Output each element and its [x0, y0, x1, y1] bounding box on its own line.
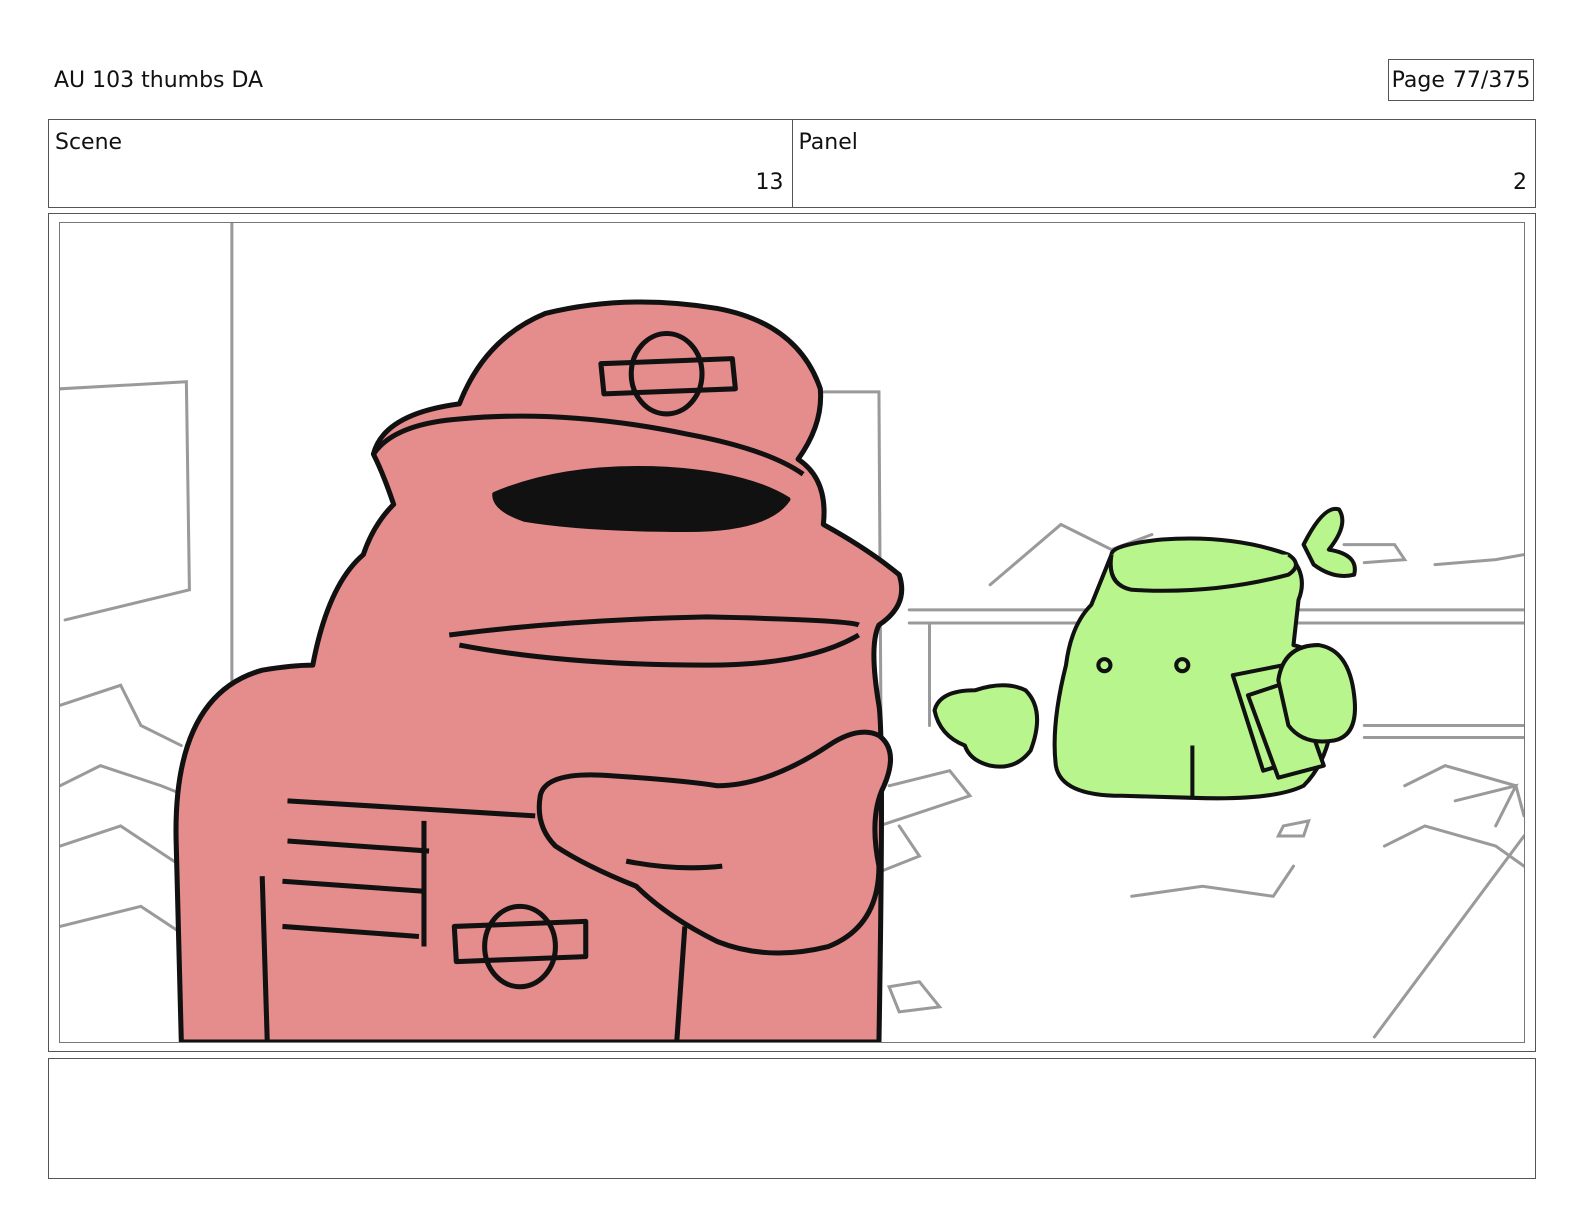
notes-box[interactable]: [48, 1058, 1536, 1179]
scene-number: 13: [755, 170, 784, 195]
document-title: AU 103 thumbs DA: [54, 68, 264, 93]
page-indicator: Page 77/375: [1388, 59, 1534, 101]
panel-label: Panel: [798, 130, 858, 155]
scene-label: Scene: [55, 130, 123, 155]
panel-number: 2: [1513, 170, 1527, 195]
panel-cell: Panel 2: [791, 120, 1536, 207]
storyboard-drawing: [59, 222, 1525, 1043]
page-label: Page: [1391, 67, 1445, 93]
storyboard-illustration: [60, 223, 1524, 1042]
green-character: [932, 506, 1357, 801]
scene-panel-header: Scene 13 Panel 2: [48, 119, 1536, 208]
red-character: [173, 299, 905, 1042]
scene-cell: Scene 13: [49, 120, 792, 207]
page-number: 77/375: [1452, 67, 1531, 93]
storyboard-frame: [48, 213, 1536, 1052]
